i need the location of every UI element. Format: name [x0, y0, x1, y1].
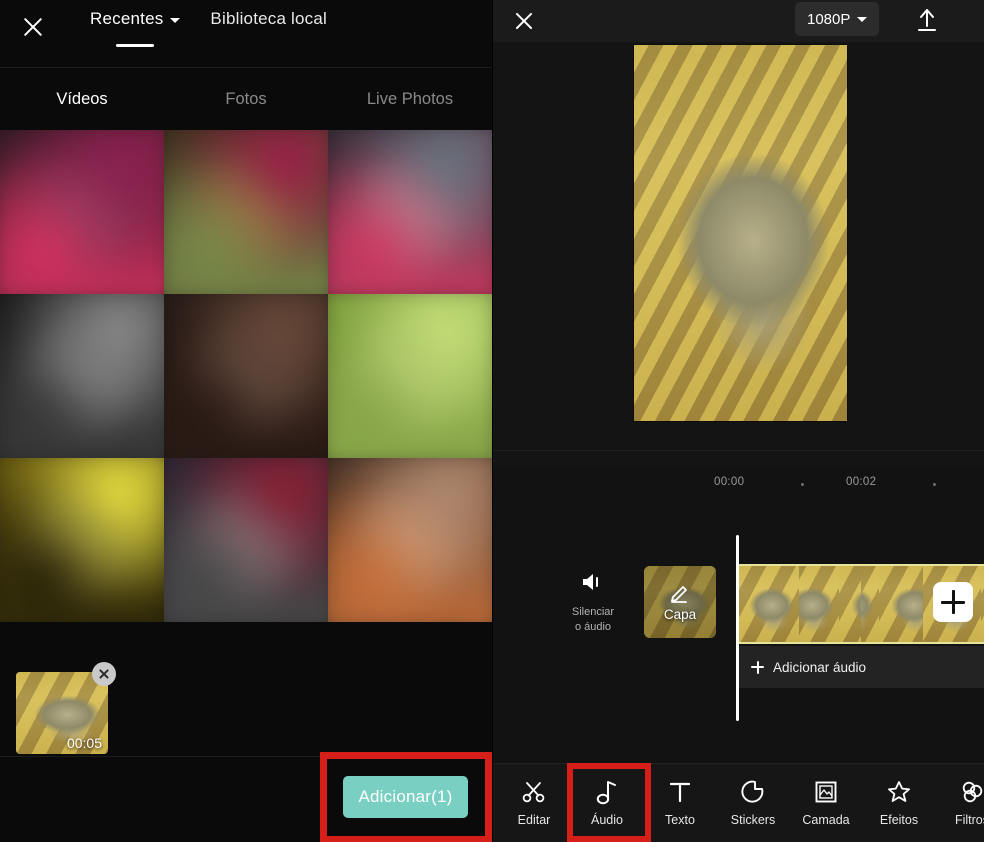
add-button[interactable]: Adicionar(1) [343, 776, 468, 818]
tab-live-photos[interactable]: Live Photos [328, 90, 492, 109]
cover-label: Capa [663, 607, 697, 622]
toolbar-item-udio[interactable]: Áudio [572, 776, 642, 827]
source-tab-recentes[interactable]: Recentes [90, 9, 181, 47]
resolution-value: 1080P [807, 10, 851, 28]
selected-clip-thumbnail[interactable]: 00:05 [16, 672, 108, 754]
ruler-tick [801, 483, 804, 486]
preview-stage: 00:00/00:07 [492, 42, 984, 509]
source-tab-label: Biblioteca local [210, 9, 328, 28]
toolbar-item-stickers[interactable]: Stickers [718, 776, 788, 827]
pencil-icon [671, 586, 687, 603]
toolbar-item-label: Camada [802, 813, 850, 827]
media-type-tabs: Vídeos Fotos Live Photos [0, 68, 492, 130]
editor-toolbar: Editar Áudio Texto Stickers Camada Efeitos Fil… [492, 763, 984, 842]
media-grid [0, 130, 492, 656]
toolbar-item-label: Filtros [954, 813, 984, 827]
sticker-icon [718, 776, 788, 808]
active-tab-underline [116, 44, 155, 47]
ruler-label: 00:00 [714, 476, 745, 488]
sparkle-star-icon [864, 776, 934, 808]
timeline-playhead[interactable] [736, 535, 739, 721]
media-thumbnail [0, 294, 164, 458]
filmstrip-frame [861, 566, 923, 642]
toolbar-item-label: Stickers [730, 813, 776, 827]
close-icon[interactable] [510, 7, 538, 35]
source-tab-label: Recentes [90, 9, 164, 28]
filmstrip-frame [799, 566, 861, 642]
media-picker-panel: Recentes Biblioteca local Vídeos Fotos L… [0, 0, 492, 842]
add-audio-track[interactable]: Adicionar áudio [737, 646, 984, 688]
media-grid-item[interactable] [0, 458, 164, 622]
panel-divider [492, 0, 493, 842]
filmstrip-frame [737, 566, 799, 642]
filter-circles-icon [937, 776, 984, 808]
ruler-label: 00:02 [846, 476, 877, 488]
timeline-ruler: 00:00 00:02 [492, 467, 984, 501]
source-tabs: Recentes Biblioteca local [90, 9, 327, 47]
media-thumbnail [0, 458, 164, 622]
layer-image-icon [791, 776, 861, 808]
video-preview[interactable] [633, 44, 848, 422]
toolbar-item-efeitos[interactable]: Efeitos [864, 776, 934, 827]
mute-audio-label: Silenciar o áudio [560, 605, 626, 635]
toolbar-item-label: Editar [517, 813, 551, 827]
media-thumbnail [164, 294, 328, 458]
media-thumbnail [164, 458, 328, 622]
cover-overlay: Capa [644, 566, 716, 638]
media-grid-item[interactable] [0, 130, 164, 294]
upload-icon[interactable] [912, 5, 942, 35]
capcut-app-screen: Recentes Biblioteca local Vídeos Fotos L… [0, 0, 984, 842]
speaker-mute-icon [583, 574, 598, 590]
editor-top-bar: 1080P [492, 0, 984, 42]
toolbar-item-camada[interactable]: Camada [791, 776, 861, 827]
media-thumbnail [328, 294, 492, 458]
media-grid-item[interactable] [164, 458, 328, 622]
media-thumbnail [0, 130, 164, 294]
ruler-tick [933, 483, 936, 486]
tab-fotos[interactable]: Fotos [164, 90, 328, 109]
tab-videos[interactable]: Vídeos [0, 90, 164, 109]
media-thumbnail [164, 130, 328, 294]
chevron-down-icon [857, 16, 868, 22]
music-note-icon [572, 776, 642, 808]
plus-icon [751, 660, 764, 674]
picker-top-bar: Recentes Biblioteca local [0, 0, 492, 56]
media-grid-item[interactable] [328, 458, 492, 622]
media-grid-item[interactable] [328, 294, 492, 458]
media-thumbnail [328, 130, 492, 294]
add-clip-button[interactable] [933, 582, 973, 622]
clip-duration: 00:05 [66, 735, 102, 751]
cover-thumbnail-button[interactable]: Capa [644, 566, 716, 638]
media-grid-item[interactable] [0, 294, 164, 458]
toolbar-item-filtros[interactable]: Filtros [937, 776, 984, 827]
add-audio-label: Adicionar áudio [773, 659, 867, 675]
media-grid-item[interactable] [164, 130, 328, 294]
mute-label-line2: o áudio [574, 621, 612, 633]
source-tab-biblioteca-local[interactable]: Biblioteca local [210, 9, 327, 33]
toolbar-item-label: Texto [665, 813, 695, 827]
media-thumbnail [328, 458, 492, 622]
media-grid-item[interactable] [328, 130, 492, 294]
close-icon[interactable] [18, 12, 48, 42]
mute-label-line1: Silenciar [571, 606, 615, 618]
resolution-selector[interactable]: 1080P [795, 2, 880, 36]
media-grid-item[interactable] [164, 294, 328, 458]
chevron-down-icon [170, 18, 181, 23]
picker-footer: Adicionar(1) [0, 752, 492, 842]
toolbar-item-label: Áudio [591, 813, 623, 827]
toolbar-item-label: Efeitos [879, 813, 919, 827]
remove-clip-button[interactable] [92, 662, 116, 686]
text-t-icon [645, 776, 715, 808]
toolbar-item-texto[interactable]: Texto [645, 776, 715, 827]
mute-audio-button[interactable]: Silenciar o áudio [560, 571, 626, 635]
toolbar-item-editar[interactable]: Editar [499, 776, 569, 827]
scissors-icon [499, 776, 569, 808]
selected-media-tray: 00:05 [0, 656, 492, 756]
